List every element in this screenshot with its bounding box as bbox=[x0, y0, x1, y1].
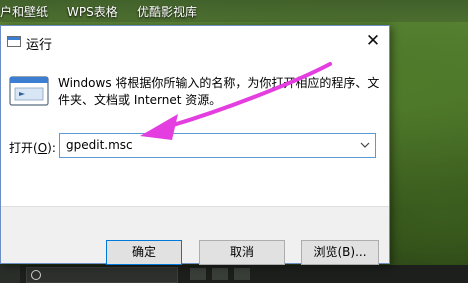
taskbar-app-icon[interactable] bbox=[190, 268, 206, 280]
dialog-title: 运行 bbox=[26, 38, 53, 53]
taskbar bbox=[0, 265, 468, 283]
dialog-footer: 确定 取消 浏览(B)... bbox=[1, 206, 389, 265]
desktop-label-youku[interactable]: 优酷影视库 bbox=[137, 3, 197, 20]
chevron-down-icon[interactable] bbox=[359, 139, 371, 151]
ok-button[interactable]: 确定 bbox=[106, 240, 182, 265]
dialog-content: Windows 将根据你所输入的名称，为你打开相应的程序、文件夹、文档或 Int… bbox=[1, 58, 389, 265]
run-window-icon bbox=[7, 36, 21, 47]
open-label-accesskey: O bbox=[37, 141, 48, 155]
taskbar-app-icon[interactable] bbox=[212, 268, 228, 280]
desktop-label-wallpaper[interactable]: 户和壁纸 bbox=[0, 3, 48, 20]
browse-button[interactable]: 浏览(B)... bbox=[301, 240, 379, 265]
taskbar-search-box[interactable] bbox=[26, 267, 178, 283]
run-dialog: 运行 ✕ Windows 将根据你所输入的名称，为你打开相应的程序、文件夹、文档… bbox=[0, 25, 390, 265]
open-combobox[interactable]: gpedit.msc bbox=[59, 133, 376, 158]
open-label-suffix: ): bbox=[47, 141, 56, 155]
start-button[interactable] bbox=[0, 265, 20, 283]
open-label-prefix: 打开( bbox=[9, 141, 38, 155]
close-icon: ✕ bbox=[365, 31, 381, 51]
run-app-icon bbox=[9, 76, 49, 106]
search-icon bbox=[31, 270, 41, 280]
open-label: 打开(O): bbox=[9, 139, 56, 156]
taskbar-app-icon[interactable] bbox=[234, 268, 250, 280]
open-input[interactable]: gpedit.msc bbox=[66, 138, 133, 152]
dialog-description: Windows 将根据你所输入的名称，为你打开相应的程序、文件夹、文档或 Int… bbox=[58, 76, 380, 107]
desktop-icon-strip: 户和壁纸 WPS表格 优酷影视库 bbox=[0, 0, 468, 22]
desktop-label-wps[interactable]: WPS表格 bbox=[67, 3, 118, 20]
title-bar[interactable]: 运行 ✕ bbox=[1, 26, 389, 58]
close-button[interactable]: ✕ bbox=[359, 28, 387, 54]
cancel-button[interactable]: 取消 bbox=[199, 240, 285, 265]
